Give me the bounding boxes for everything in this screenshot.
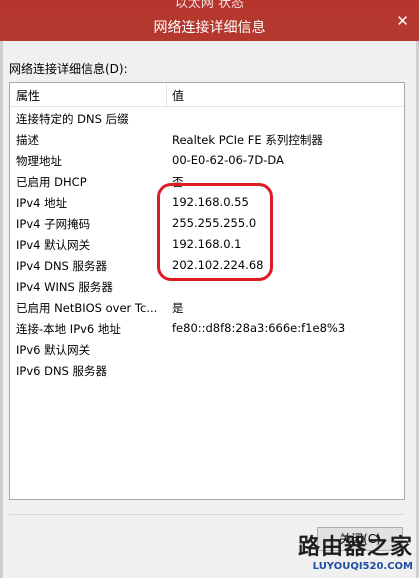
watermark-logo: 路由器之家 bbox=[297, 535, 413, 560]
column-header-value[interactable]: 值 bbox=[172, 87, 184, 104]
property-cell: 描述 bbox=[16, 133, 39, 147]
close-icon[interactable]: ✕ bbox=[386, 10, 419, 34]
property-cell: IPv4 默认网关 bbox=[16, 238, 91, 252]
list-item[interactable]: IPv6 DNS 服务器 bbox=[10, 360, 404, 381]
details-list[interactable]: 属性 值 连接特定的 DNS 后缀 描述 Realtek PCIe FE 系列控… bbox=[9, 82, 405, 500]
value-cell: Realtek PCIe FE 系列控制器 bbox=[172, 133, 323, 147]
divider bbox=[9, 514, 405, 515]
property-cell: IPv4 WINS 服务器 bbox=[16, 280, 113, 294]
value-cell: 否 bbox=[172, 175, 184, 189]
dialog-titlebar[interactable]: 网络连接详细信息 ✕ bbox=[0, 10, 419, 41]
list-item[interactable]: 已启用 NetBIOS over Tc... 是 bbox=[10, 297, 404, 318]
list-item[interactable]: IPv4 地址 192.168.0.55 bbox=[10, 192, 404, 213]
value-cell: 192.168.0.1 bbox=[172, 237, 242, 251]
property-cell: 连接-本地 IPv6 地址 bbox=[16, 322, 121, 336]
value-cell: 是 bbox=[172, 301, 184, 315]
property-cell: IPv4 地址 bbox=[16, 196, 68, 210]
list-item[interactable]: 连接特定的 DNS 后缀 bbox=[10, 108, 404, 129]
watermark: 路由器之家 LUYOUQI520.COM bbox=[283, 529, 413, 572]
value-cell: 202.102.224.68 bbox=[172, 258, 264, 272]
property-cell: 已启用 DHCP bbox=[16, 175, 87, 189]
value-cell: fe80::d8f8:28a3:666e:f1e8%3 bbox=[172, 321, 346, 335]
list-item[interactable]: IPv4 子网掩码 255.255.255.0 bbox=[10, 213, 404, 234]
left-frame bbox=[0, 41, 3, 578]
parent-window-titlebar: 以太网 状态 bbox=[0, 0, 419, 10]
property-cell: 连接特定的 DNS 后缀 bbox=[16, 112, 129, 126]
value-cell: 192.168.0.55 bbox=[172, 195, 249, 209]
column-header-property[interactable]: 属性 bbox=[16, 87, 40, 104]
list-item[interactable]: 描述 Realtek PCIe FE 系列控制器 bbox=[10, 129, 404, 150]
list-header: 属性 值 bbox=[10, 83, 404, 107]
list-item[interactable]: IPv4 默认网关 192.168.0.1 bbox=[10, 234, 404, 255]
property-cell: 已启用 NetBIOS over Tc... bbox=[16, 301, 158, 315]
dialog-title: 网络连接详细信息 bbox=[153, 20, 266, 36]
property-cell: IPv4 DNS 服务器 bbox=[16, 259, 108, 273]
list-item[interactable]: 连接-本地 IPv6 地址 fe80::d8f8:28a3:666e:f1e8%… bbox=[10, 318, 404, 339]
list-item[interactable]: IPv4 DNS 服务器 202.102.224.68 bbox=[10, 255, 404, 276]
property-cell: 物理地址 bbox=[16, 154, 62, 168]
property-cell: IPv4 子网掩码 bbox=[16, 217, 91, 231]
list-item[interactable]: 已启用 DHCP 否 bbox=[10, 171, 404, 192]
watermark-url: LUYOUQI520.COM bbox=[312, 561, 413, 572]
list-item[interactable]: 物理地址 00-E0-62-06-7D-DA bbox=[10, 150, 404, 171]
property-cell: IPv6 DNS 服务器 bbox=[16, 364, 108, 378]
value-cell: 255.255.255.0 bbox=[172, 216, 257, 230]
property-cell: IPv6 默认网关 bbox=[16, 343, 91, 357]
parent-window-title: 以太网 状态 bbox=[174, 0, 245, 10]
list-item[interactable]: IPv4 WINS 服务器 bbox=[10, 276, 404, 297]
details-caption: 网络连接详细信息(D): bbox=[9, 62, 128, 76]
column-divider[interactable] bbox=[166, 83, 167, 106]
value-cell: 00-E0-62-06-7D-DA bbox=[172, 153, 284, 167]
list-item[interactable]: IPv6 默认网关 bbox=[10, 339, 404, 360]
